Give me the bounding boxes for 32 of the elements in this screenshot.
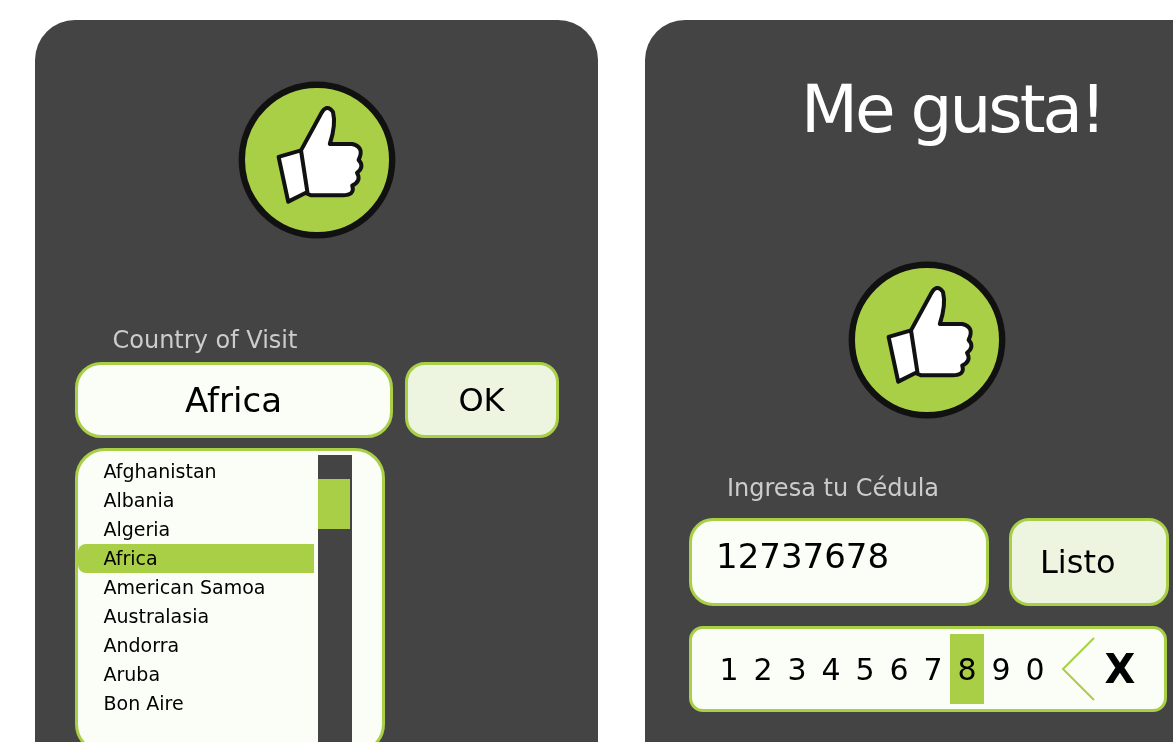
digit-key[interactable]: 6 (882, 634, 916, 704)
country-item[interactable]: Albania (77, 486, 314, 515)
digit-key[interactable]: 1 (712, 634, 746, 704)
digit-key[interactable]: 5 (848, 634, 882, 704)
country-item[interactable]: Afghanistan (77, 457, 314, 486)
listo-button[interactable]: Listo (1009, 518, 1169, 606)
backspace-icon[interactable] (1060, 636, 1096, 702)
scrollbar[interactable] (317, 455, 352, 742)
digit-key[interactable]: 9 (984, 634, 1018, 704)
country-item[interactable]: Andorra (77, 631, 314, 660)
country-item[interactable]: Africa (77, 544, 314, 573)
digit-key[interactable]: 3 (780, 634, 814, 704)
id-field[interactable]: 12737678 (689, 518, 989, 606)
country-item[interactable]: Australasia (77, 602, 314, 631)
country-item[interactable]: Bon Aire (77, 689, 314, 718)
country-field[interactable]: Africa (74, 362, 393, 438)
field-label: Ingresa tu Cédula (727, 473, 941, 504)
clear-key[interactable]: X (1100, 634, 1140, 704)
digit-key[interactable]: 2 (746, 634, 780, 704)
digit-key[interactable]: 0 (1018, 634, 1052, 704)
digit-key[interactable]: 4 (814, 634, 848, 704)
digit-key[interactable]: 7 (916, 634, 950, 704)
thumbs-up-icon (847, 260, 1007, 420)
country-item[interactable]: Aruba (77, 660, 314, 689)
thumbs-up-icon (236, 80, 397, 240)
field-label: Country of Visit (112, 325, 299, 356)
digit-key[interactable]: 8 (950, 634, 984, 704)
panel-title: Me gusta! (801, 70, 1105, 150)
ok-button[interactable]: OK (404, 362, 559, 438)
scroll-thumb[interactable] (317, 479, 350, 529)
country-item[interactable]: American Samoa (77, 573, 314, 602)
country-item[interactable]: Algeria (77, 515, 314, 544)
